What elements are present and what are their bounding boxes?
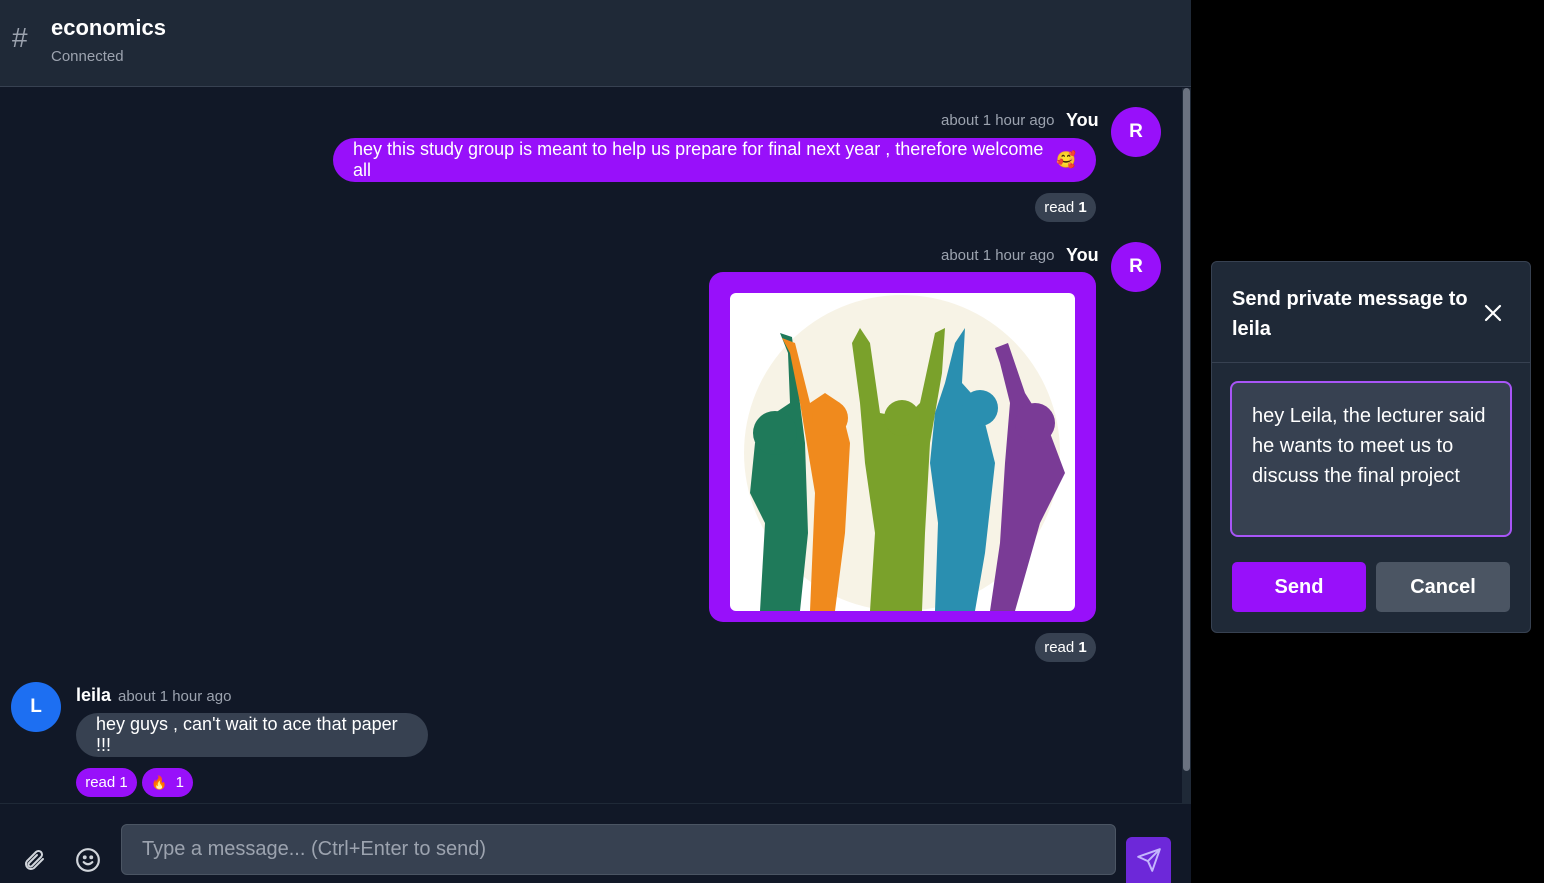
fire-icon: 🔥 [151, 774, 168, 790]
avatar[interactable]: L [11, 682, 61, 732]
read-receipt[interactable]: read 1 [76, 768, 137, 797]
message-text: hey guys , can't wait to ace that paper … [96, 714, 398, 755]
image-message-bubble[interactable] [709, 272, 1096, 622]
message-text: hey this study group is meant to help us… [353, 139, 1044, 180]
channel-header: # economics Connected [0, 0, 1191, 87]
shared-image[interactable] [730, 293, 1075, 611]
avatar[interactable]: R [1111, 107, 1161, 157]
close-icon[interactable] [1480, 300, 1506, 326]
read-label: read [1044, 639, 1075, 656]
cancel-button[interactable]: Cancel [1376, 562, 1510, 612]
read-count: 1 [1078, 199, 1087, 216]
modal-title: Send private message to leila [1232, 288, 1468, 340]
message-sender: You [1066, 245, 1099, 265]
paperclip-icon[interactable] [20, 846, 48, 874]
read-count: 1 [119, 774, 128, 791]
chat-panel: # economics Connected about 1 hour ago Y… [0, 0, 1191, 883]
connection-status: Connected [51, 48, 124, 65]
message-time: about 1 hour ago [941, 247, 1055, 264]
colorful-silhouettes-image [744, 295, 1065, 611]
smiley-icon[interactable] [74, 846, 102, 874]
message-sender: You [1066, 110, 1099, 130]
private-message-modal: Send private message to leila hey Leila,… [1211, 261, 1531, 633]
read-receipt[interactable]: read 1 [1035, 633, 1096, 662]
modal-divider [1212, 362, 1530, 363]
fire-reaction[interactable]: 🔥 1 [142, 768, 193, 797]
message-time: about 1 hour ago [118, 688, 232, 705]
send-button[interactable] [1126, 837, 1171, 883]
channel-title: economics [51, 15, 166, 40]
read-receipt[interactable]: read 1 [1035, 193, 1096, 222]
message-input[interactable] [121, 824, 1116, 875]
smiling-face-hearts-emoji: 🥰 [1056, 152, 1076, 169]
scroll-thumb[interactable] [1183, 88, 1190, 771]
read-count: 1 [1078, 639, 1087, 656]
avatar[interactable]: R [1111, 242, 1161, 292]
read-label: read [85, 774, 116, 791]
message-time: about 1 hour ago [941, 112, 1055, 129]
send-private-button[interactable]: Send [1232, 562, 1366, 612]
reaction-count: 1 [175, 774, 184, 791]
private-message-input[interactable]: hey Leila, the lecturer said he wants to… [1230, 381, 1512, 537]
send-icon [1136, 848, 1161, 872]
hash-icon: # [12, 22, 28, 53]
read-label: read [1044, 199, 1075, 216]
message-bubble[interactable]: hey this study group is meant to help us… [333, 138, 1096, 182]
messages-scrollbar[interactable] [1182, 88, 1191, 803]
message-sender: leila [76, 685, 112, 705]
message-bubble[interactable]: hey guys , can't wait to ace that paper … [76, 713, 428, 757]
